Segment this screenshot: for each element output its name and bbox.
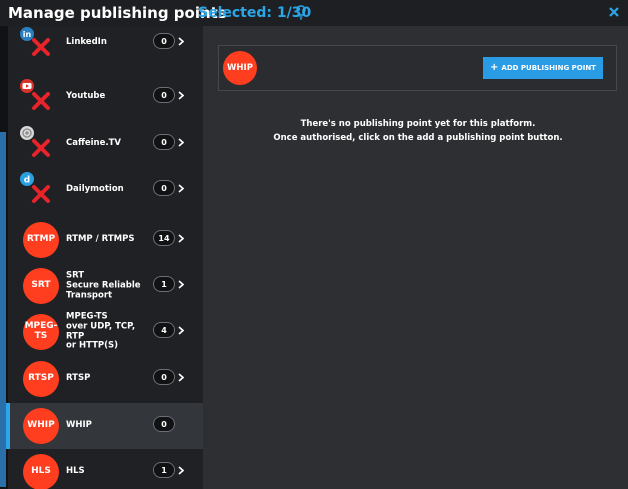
sidebar-item-dailymotion[interactable]: d Dailymotion 0	[8, 167, 203, 213]
svg-text:d: d	[24, 176, 30, 186]
sidebar-item-label: MPEG-TS over UDP, TCP, RTP or HTTP(S)	[66, 311, 136, 351]
mpeg-ts-icon: MPEG- TS	[23, 314, 59, 350]
plus-icon: +	[490, 62, 499, 73]
chevron-right-icon	[178, 326, 184, 335]
sidebar-item-label: LinkedIn	[66, 37, 107, 48]
count-badge: 1	[153, 276, 175, 292]
srt-icon: SRT	[23, 268, 59, 304]
platform-sidebar: in LinkedIn 0 Youtube 0 Caffeine.TV 0 d …	[0, 26, 203, 489]
page-title: Manage publishing points	[8, 4, 227, 22]
sidebar-item-linkedin[interactable]: in LinkedIn 0	[8, 26, 203, 66]
sidebar-item-rtmp[interactable]: RTMP RTMP / RTMPS 14	[8, 217, 203, 263]
caffeine-icon	[20, 126, 50, 157]
empty-state-line-1: There's no publishing point yet for this…	[300, 119, 536, 129]
empty-state-message: There's no publishing point yet for this…	[218, 117, 618, 145]
add-publishing-point-button[interactable]: + ADD PUBLISHING POINT	[483, 57, 603, 79]
count-badge: 0	[153, 134, 175, 150]
platform-panel: WHIP + ADD PUBLISHING POINT	[218, 45, 617, 91]
header-bar: Manage publishing points Selected: 1/30	[0, 0, 628, 26]
chevron-right-icon	[178, 373, 184, 382]
rtsp-icon: RTSP	[23, 361, 59, 397]
sidebar-item-label: SRT Secure Reliable Transport	[66, 270, 141, 300]
chevron-right-icon	[178, 37, 184, 46]
sidebar-item-caffeine-tv[interactable]: Caffeine.TV 0	[8, 121, 203, 167]
count-badge: 0	[153, 33, 175, 49]
lightbulb-icon[interactable]	[296, 5, 306, 21]
whip-platform-icon: WHIP	[223, 51, 257, 85]
manage-publishing-points-window: Manage publishing points Selected: 1/30 …	[0, 0, 628, 489]
sidebar-item-label: RTMP / RTMPS	[66, 234, 135, 245]
count-badge: 14	[153, 230, 175, 246]
close-icon[interactable]	[608, 6, 620, 18]
whip-icon: WHIP	[23, 408, 59, 444]
count-badge: 4	[153, 322, 175, 338]
sidebar-item-label: Youtube	[66, 91, 106, 102]
sidebar-item-label: Dailymotion	[66, 184, 124, 195]
sidebar-item-label: WHIP	[66, 420, 92, 431]
count-badge: 0	[153, 87, 175, 103]
sidebar-item-hls[interactable]: HLS HLS 1	[8, 449, 203, 489]
chevron-right-icon	[178, 184, 184, 193]
count-badge: 0	[153, 416, 175, 432]
count-badge: 0	[153, 180, 175, 196]
empty-state-line-2: Once authorised, click on the add a publ…	[273, 133, 563, 143]
rtmp-icon: RTMP	[23, 222, 59, 258]
sidebar-item-label: Caffeine.TV	[66, 138, 121, 149]
chevron-right-icon	[178, 91, 184, 100]
sidebar-item-label: HLS	[66, 466, 85, 477]
linkedin-icon: in	[20, 27, 50, 56]
youtube-icon	[20, 79, 50, 110]
add-button-label: ADD PUBLISHING POINT	[501, 64, 596, 72]
chevron-right-icon	[178, 466, 184, 475]
chevron-right-icon	[178, 138, 184, 147]
sidebar-item-srt[interactable]: SRT SRT Secure Reliable Transport 1	[8, 263, 203, 309]
hls-icon: HLS	[23, 454, 59, 489]
sidebar-item-whip[interactable]: WHIP WHIP 0	[6, 403, 203, 449]
chevron-right-icon	[178, 234, 184, 243]
sidebar-item-mpeg-ts[interactable]: MPEG- TS MPEG-TS over UDP, TCP, RTP or H…	[8, 309, 203, 355]
chevron-right-icon	[178, 280, 184, 289]
sidebar-item-youtube[interactable]: Youtube 0	[8, 74, 203, 120]
svg-text:in: in	[23, 30, 32, 39]
sidebar-item-label: RTSP	[66, 373, 91, 384]
count-badge: 0	[153, 369, 175, 385]
sidebar-item-rtsp[interactable]: RTSP RTSP 0	[8, 356, 203, 402]
dailymotion-icon: d	[20, 172, 50, 203]
selected-count: Selected: 1/30	[198, 5, 312, 21]
count-badge: 1	[153, 462, 175, 478]
